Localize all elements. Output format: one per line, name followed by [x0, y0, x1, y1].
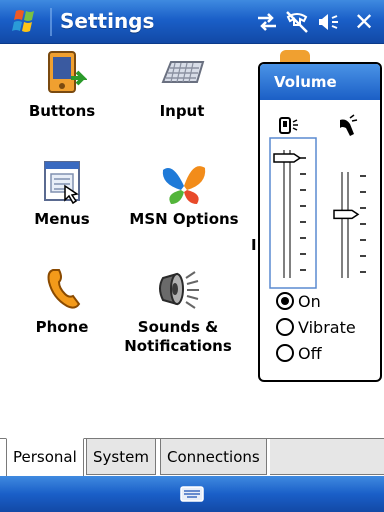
app-input[interactable]: Input	[122, 48, 242, 121]
radio-button[interactable]	[276, 292, 294, 310]
app-label: Sounds & Notifications	[124, 318, 232, 355]
radio-button[interactable]	[276, 318, 294, 336]
app-msn-options[interactable]: MSN Options	[124, 156, 244, 229]
cut-text: I	[251, 236, 257, 254]
ringer-volume-slider	[333, 172, 366, 278]
radio-label: On	[298, 292, 321, 311]
radio-button[interactable]	[276, 344, 294, 362]
title-bar: Settings ✕	[0, 0, 384, 44]
phone-handset-icon	[47, 269, 81, 309]
app-phone[interactable]: Phone	[2, 264, 122, 337]
system-volume-slider	[273, 150, 306, 278]
radio-on[interactable]: On	[276, 290, 321, 314]
app-label: Menus	[34, 210, 90, 228]
keyboard-icon[interactable]	[180, 484, 204, 504]
tab-system[interactable]: System	[86, 439, 156, 475]
tab-strip: Personal System Connections	[0, 438, 384, 476]
radio-label: Off	[298, 344, 322, 363]
app-label: MSN Options	[129, 210, 239, 228]
msn-butterfly-icon	[162, 166, 206, 204]
close-button[interactable]: ✕	[350, 8, 378, 36]
app-label: Phone	[35, 318, 89, 336]
connectivity-icon[interactable]	[254, 9, 280, 35]
app-label: Input	[159, 102, 205, 120]
radio-vibrate[interactable]: Vibrate	[276, 316, 356, 340]
tab-personal[interactable]: Personal	[6, 438, 84, 476]
app-menus[interactable]: Menus	[2, 156, 122, 229]
page-title: Settings	[60, 9, 155, 33]
speaker-icon[interactable]	[316, 9, 342, 35]
volume-sliders	[269, 114, 366, 289]
windows-start-icon[interactable]	[6, 6, 46, 38]
buttons-icon	[48, 51, 87, 93]
speaker-icon	[159, 271, 199, 309]
radio-label: Vibrate	[298, 318, 356, 337]
radio-off[interactable]: Off	[276, 342, 322, 366]
ringer-icon	[340, 114, 358, 136]
device-volume-icon	[279, 117, 298, 134]
volume-title: Volume	[260, 64, 380, 100]
volume-popup: Volume On Vibrate Off	[258, 62, 382, 382]
app-label: Buttons	[28, 102, 96, 120]
title-separator	[50, 8, 52, 36]
tab-connections[interactable]: Connections	[160, 439, 267, 475]
keyboard-icon	[161, 61, 205, 83]
phone-off-icon[interactable]	[284, 9, 310, 35]
menus-icon	[44, 161, 80, 205]
app-sounds-notifications[interactable]: Sounds & Notifications	[118, 264, 238, 356]
soft-key-bar	[0, 476, 384, 512]
app-buttons[interactable]: Buttons	[2, 48, 122, 121]
